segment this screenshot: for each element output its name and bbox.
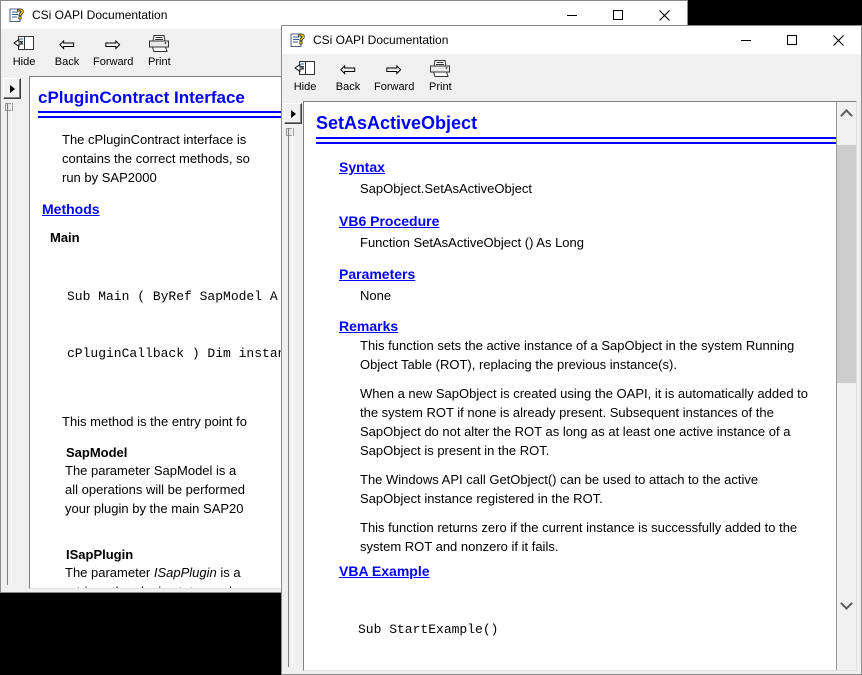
- desc-text: is a: [217, 565, 241, 580]
- remarks-section-heading[interactable]: Remarks: [339, 318, 836, 334]
- remarks-paragraph: When a new SapObject is created using th…: [360, 384, 836, 460]
- toolbar: Hide ⇦ Back ⇨ Forward Print: [282, 54, 861, 101]
- remarks-line: the system ROT if none is already presen…: [360, 403, 836, 422]
- remarks-line: SapObject instance registered in the ROT…: [360, 489, 836, 508]
- remarks-line: SapObject do not alter the ROT as long a…: [360, 422, 836, 441]
- print-button[interactable]: Print: [142, 32, 176, 69]
- svg-text:?: ?: [298, 33, 306, 48]
- remarks-line: Object Table (ROT), replacing the previo…: [360, 355, 836, 374]
- main-area: SetAsActiveObject Syntax SapObject.SetAs…: [282, 101, 861, 674]
- minimize-icon: [741, 40, 751, 41]
- help-window-front: ? CSi OAPI Documentation Hid: [281, 25, 862, 675]
- chevron-down-icon[interactable]: [840, 597, 853, 610]
- maximize-icon: [613, 10, 623, 20]
- arrow-right-icon: ⇨: [105, 32, 122, 56]
- hide-panel-icon: [13, 32, 35, 56]
- print-button[interactable]: Print: [423, 57, 457, 94]
- parameters-body: None: [360, 286, 836, 305]
- hide-button[interactable]: Hide: [7, 32, 41, 69]
- back-button[interactable]: ⇦ Back: [50, 32, 84, 69]
- vertical-scrollbar[interactable]: [836, 102, 856, 670]
- remarks-line: When a new SapObject is created using th…: [360, 384, 836, 403]
- window-title: CSi OAPI Documentation: [32, 8, 549, 22]
- remarks-paragraph: This function sets the active instance o…: [360, 336, 836, 374]
- close-button[interactable]: [815, 26, 861, 54]
- help-document-question-icon: ?: [9, 7, 25, 23]
- back-button-label: Back: [336, 81, 360, 94]
- arrow-right-icon: ⇨: [386, 57, 403, 81]
- back-button-label: Back: [55, 56, 79, 69]
- forward-button[interactable]: ⇨ Forward: [374, 57, 414, 94]
- remarks-line: SapObject is present in the ROT.: [360, 441, 836, 460]
- arrow-left-icon: ⇦: [59, 32, 76, 56]
- parameters-section-heading[interactable]: Parameters: [339, 266, 836, 282]
- window-title: CSi OAPI Documentation: [313, 33, 723, 47]
- splitter-groove: [7, 103, 12, 585]
- remarks-line: This function sets the active instance o…: [360, 336, 836, 355]
- minimize-button[interactable]: [723, 26, 769, 54]
- desktop: { "app": { "title": "CSi OAPI Documentat…: [0, 0, 862, 622]
- maximize-button[interactable]: [769, 26, 815, 54]
- syntax-section-heading[interactable]: Syntax: [339, 159, 836, 175]
- svg-text:?: ?: [17, 8, 25, 23]
- forward-button-label: Forward: [93, 56, 133, 69]
- topic-pane: SetAsActiveObject Syntax SapObject.SetAs…: [303, 101, 857, 671]
- hide-panel-icon: [294, 57, 316, 81]
- right-triangle-icon: [10, 85, 15, 93]
- nav-strip: [1, 76, 29, 589]
- forward-button-label: Forward: [374, 81, 414, 94]
- syntax-body: SapObject.SetAsActiveObject: [360, 179, 836, 198]
- maximize-icon: [787, 35, 797, 45]
- scrollbar-thumb[interactable]: [837, 145, 856, 383]
- right-triangle-icon: [291, 110, 296, 118]
- code-line: Sub StartExample(): [358, 620, 836, 639]
- vba-example-section-heading[interactable]: VBA Example: [339, 563, 836, 579]
- printer-icon: [147, 32, 171, 56]
- print-button-label: Print: [429, 81, 452, 94]
- remarks-line: system ROT and nonzero if it fails.: [360, 537, 836, 556]
- heading-rule: [316, 137, 836, 144]
- vba-code-block: Sub StartExample() 'dimension variables …: [358, 582, 836, 670]
- print-button-label: Print: [148, 56, 171, 69]
- vb6-body: Function SetAsActiveObject () As Long: [360, 233, 836, 252]
- show-nav-pane-button[interactable]: [284, 103, 302, 124]
- forward-button[interactable]: ⇨ Forward: [93, 32, 133, 69]
- nav-strip: [282, 101, 303, 671]
- remarks-paragraph: The Windows API call GetObject() can be …: [360, 470, 836, 508]
- close-icon: [659, 10, 670, 21]
- topic-heading: SetAsActiveObject: [316, 112, 836, 134]
- remarks-line: The Windows API call GetObject() can be …: [360, 470, 836, 489]
- hide-button-label: Hide: [13, 56, 36, 69]
- hide-button[interactable]: Hide: [288, 57, 322, 94]
- printer-icon: [428, 57, 452, 81]
- desc-italic-text: ISapPlugin: [154, 565, 217, 580]
- vb6-section-heading[interactable]: VB6 Procedure: [339, 213, 836, 229]
- arrow-left-icon: ⇦: [340, 57, 357, 81]
- remarks-paragraph: This function returns zero if the curren…: [360, 518, 836, 556]
- show-nav-pane-button[interactable]: [3, 78, 21, 99]
- hide-button-label: Hide: [294, 81, 317, 94]
- titlebar: ? CSi OAPI Documentation: [282, 26, 861, 54]
- back-button[interactable]: ⇦ Back: [331, 57, 365, 94]
- close-icon: [833, 35, 844, 46]
- help-document-question-icon: ?: [290, 32, 306, 48]
- topic-content: SetAsActiveObject Syntax SapObject.SetAs…: [304, 102, 836, 670]
- desc-text: The parameter: [65, 565, 154, 580]
- remarks-line: This function returns zero if the curren…: [360, 518, 836, 537]
- minimize-icon: [567, 15, 577, 16]
- chevron-up-icon[interactable]: [840, 109, 853, 122]
- splitter-groove: [288, 128, 293, 667]
